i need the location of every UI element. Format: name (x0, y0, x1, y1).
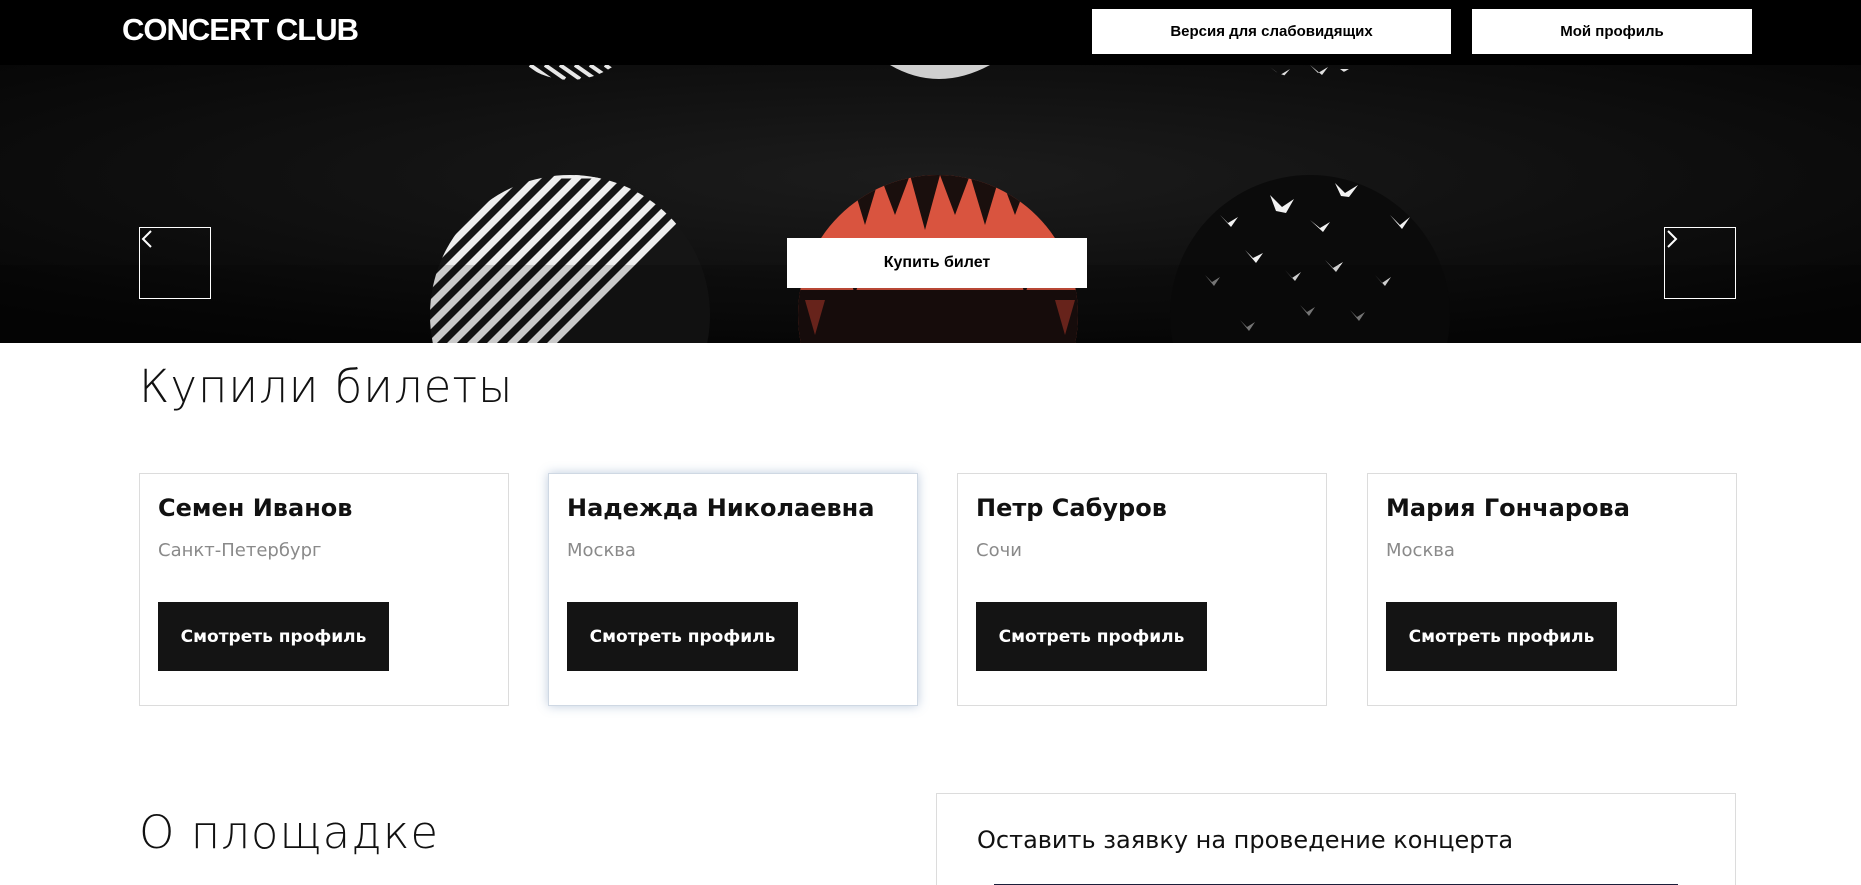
hero-artwork (0, 65, 1861, 343)
top-navbar: CONCERT CLUB Версия для слабовидящих Мой… (0, 0, 1861, 65)
buyer-card: Петр Сабуров Сочи Смотреть профиль (957, 473, 1327, 706)
buyer-card: Мария Гончарова Москва Смотреть профиль (1367, 473, 1737, 706)
slider-next-button[interactable] (1664, 227, 1736, 299)
buyer-card: Надежда Николаевна Москва Смотреть профи… (548, 473, 918, 706)
buyer-name: Мария Гончарова (1386, 494, 1630, 522)
buy-ticket-button[interactable]: Купить билет (787, 238, 1087, 288)
buyer-name: Надежда Николаевна (567, 494, 875, 522)
site-logo[interactable]: CONCERT CLUB (122, 12, 359, 48)
chevron-right-icon (1667, 230, 1678, 248)
my-profile-button[interactable]: Мой профиль (1472, 9, 1752, 54)
slider-prev-button[interactable] (139, 227, 211, 299)
request-form-title: Оставить заявку на проведение концерта (977, 826, 1514, 854)
buyer-city: Москва (1386, 540, 1455, 561)
view-profile-button[interactable]: Смотреть профиль (976, 602, 1207, 671)
buyer-city: Сочи (976, 540, 1022, 561)
view-profile-button[interactable]: Смотреть профиль (158, 602, 389, 671)
chevron-left-icon (141, 230, 152, 248)
buyer-card: Семен Иванов Санкт-Петербург Смотреть пр… (139, 473, 509, 706)
buyer-city: Москва (567, 540, 636, 561)
view-profile-button[interactable]: Смотреть профиль (1386, 602, 1617, 671)
buyer-name: Петр Сабуров (976, 494, 1167, 522)
bought-tickets-heading: Купили билеты (139, 360, 514, 413)
venue-heading: О площадке (139, 806, 440, 859)
accessibility-version-button[interactable]: Версия для слабовидящих (1092, 9, 1451, 54)
buyer-city: Санкт-Петербург (158, 540, 322, 561)
buyer-name: Семен Иванов (158, 494, 353, 522)
concert-request-form: Оставить заявку на проведение концерта (936, 793, 1736, 885)
view-profile-button[interactable]: Смотреть профиль (567, 602, 798, 671)
hero-banner: Купить билет (0, 65, 1861, 343)
